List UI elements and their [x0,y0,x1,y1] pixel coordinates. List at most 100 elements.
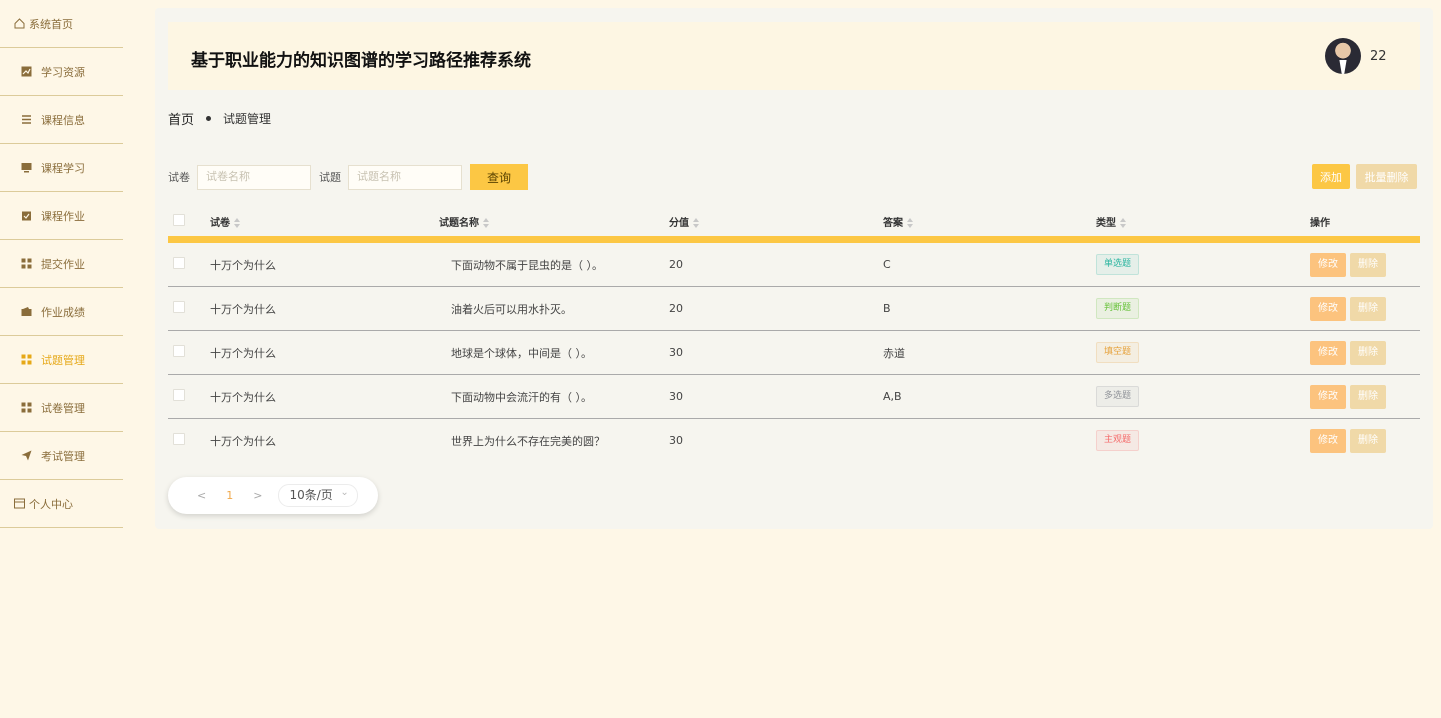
sidebar-item-2[interactable]: 课程信息 [0,96,123,144]
sidebar: 系统首页 学习资源课程信息课程学习课程作业提交作业作业成绩试题管理试卷管理考试管理… [0,0,123,528]
sidebar-item-8[interactable]: 试卷管理 [0,384,123,432]
col-paper-label: 试卷 [210,217,230,229]
question-text: 下面动物不属于昆虫的是（ ）。 [451,258,603,272]
row-checkbox[interactable] [173,389,185,401]
questions-table: 试卷 试题名称 分值 答案 类型 操作 十万个为什么 下面动物不属于昆虫的是（ ）… [168,206,1420,462]
next-page-button[interactable]: > [253,489,262,502]
question-cell: 下面动物不属于昆虫的是（ ）。 [439,239,669,287]
table-row[interactable]: 十万个为什么 下面动物不属于昆虫的是（ ）。 20 C 单选题 修改 删除 [168,239,1420,287]
paper-cell: 十万个为什么 [210,239,439,287]
sidebar-item-label: 课程作业 [41,209,85,223]
col-answer-label: 答案 [883,217,903,229]
sidebar-item-label: 试题管理 [41,353,85,367]
search-bar: 试卷 试题 查询 [168,164,528,190]
sidebar-item-5[interactable]: 提交作业 [0,240,123,288]
type-badge: 主观题 [1096,430,1140,451]
delete-button[interactable]: 删除 [1350,340,1386,365]
clipboard-icon [21,210,32,221]
edit-button[interactable]: 修改 [1310,252,1346,277]
add-button[interactable]: 添加 [1312,164,1350,189]
edit-button[interactable]: 修改 [1310,340,1346,365]
actions-cell: 修改 删除 [1310,286,1420,331]
sidebar-item-4[interactable]: 课程作业 [0,192,123,240]
breadcrumb-current: 试题管理 [223,112,272,126]
page-number[interactable]: 1 [226,489,233,502]
prev-page-button[interactable]: < [197,489,206,502]
sort-icon[interactable] [693,217,700,228]
paper-name-input[interactable] [197,164,311,190]
answer-cell: A,B [883,374,1096,419]
sidebar-item-0[interactable]: 系统首页 [0,0,123,48]
edit-button[interactable]: 修改 [1310,384,1346,409]
sidebar-item-1[interactable]: 学习资源 [0,48,123,96]
score-cell: 30 [669,418,883,462]
sidebar-item-label: 提交作业 [41,257,85,271]
type-cell: 判断题 [1096,286,1310,331]
query-button[interactable]: 查询 [470,164,528,190]
col-paper[interactable]: 试卷 [210,206,439,243]
score-cell: 20 [669,286,883,331]
question-cell: 下面动物中会流汗的有（ ）。 [439,374,669,419]
paper-cell: 十万个为什么 [210,374,439,419]
send-icon [21,450,32,461]
delete-button[interactable]: 删除 [1350,428,1386,453]
sort-icon[interactable] [1120,217,1127,228]
question-text: 下面动物中会流汗的有（ ）。 [451,390,592,404]
edit-button[interactable]: 修改 [1310,296,1346,321]
sort-icon[interactable] [907,217,914,228]
delete-button[interactable]: 删除 [1350,252,1386,277]
col-answer[interactable]: 答案 [883,206,1096,243]
chart-icon [21,66,32,77]
row-checkbox[interactable] [173,257,185,269]
delete-button[interactable]: 删除 [1350,296,1386,321]
question-cell: 地球是个球体，中间是（ ）。 [439,330,669,375]
score-cell: 30 [669,374,883,419]
main-panel: 基于职业能力的知识图谱的学习路径推荐系统 22 首页 试题管理 试卷 试题 查询… [155,8,1433,529]
select-all-checkbox[interactable] [173,213,185,226]
sidebar-item-label: 课程信息 [41,113,85,127]
type-badge: 单选题 [1096,254,1140,275]
avatar[interactable] [1325,38,1361,74]
col-type-label: 类型 [1096,217,1116,229]
row-select-cell [168,239,210,287]
col-score[interactable]: 分值 [669,206,883,243]
question-name-input[interactable] [348,164,462,190]
row-checkbox[interactable] [173,433,185,445]
pagination: < 1 > 10条/页 [168,477,378,514]
table-header-row: 试卷 试题名称 分值 答案 类型 操作 [168,206,1420,243]
col-type[interactable]: 类型 [1096,206,1310,243]
paper-label: 试卷 [168,171,190,184]
breadcrumb-home[interactable]: 首页 [168,109,194,128]
username[interactable]: 22 [1370,49,1387,64]
sidebar-item-label: 个人中心 [29,497,73,511]
row-checkbox[interactable] [173,345,185,357]
row-checkbox[interactable] [173,301,185,313]
table-row[interactable]: 十万个为什么 油着火后可以用水扑灭。 20 B 判断题 修改 删除 [168,286,1420,331]
edit-button[interactable]: 修改 [1310,428,1346,453]
answer-cell: C [883,239,1096,287]
table-row[interactable]: 十万个为什么 地球是个球体，中间是（ ）。 30 赤道 填空题 修改 删除 [168,330,1420,375]
wallet-icon [21,306,32,317]
col-question[interactable]: 试题名称 [439,206,669,243]
sidebar-item-6[interactable]: 作业成绩 [0,288,123,336]
page-size-select[interactable]: 10条/页 [278,482,358,507]
delete-button[interactable]: 删除 [1350,384,1386,409]
batch-delete-button[interactable]: 批量删除 [1356,164,1417,189]
paper-cell: 十万个为什么 [210,330,439,375]
sidebar-item-9[interactable]: 考试管理 [0,432,123,480]
col-actions: 操作 [1310,206,1420,243]
question-cell: 油着火后可以用水扑灭。 [439,286,669,331]
card-icon [14,498,25,509]
sidebar-item-3[interactable]: 课程学习 [0,144,123,192]
table-row[interactable]: 十万个为什么 世界上为什么不存在完美的圆？ 30 主观题 修改 删除 [168,418,1420,462]
sidebar-item-label: 考试管理 [41,449,85,463]
sidebar-item-label: 试卷管理 [41,401,85,415]
question-cell: 世界上为什么不存在完美的圆？ [439,418,669,462]
table-row[interactable]: 十万个为什么 下面动物中会流汗的有（ ）。 30 A,B 多选题 修改 删除 [168,374,1420,419]
grid-icon [21,402,32,413]
sidebar-item-label: 课程学习 [41,161,85,175]
sidebar-item-7[interactable]: 试题管理 [0,336,123,384]
sort-icon[interactable] [483,217,490,228]
sidebar-item-10[interactable]: 个人中心 [0,480,123,528]
sort-icon[interactable] [234,217,241,228]
